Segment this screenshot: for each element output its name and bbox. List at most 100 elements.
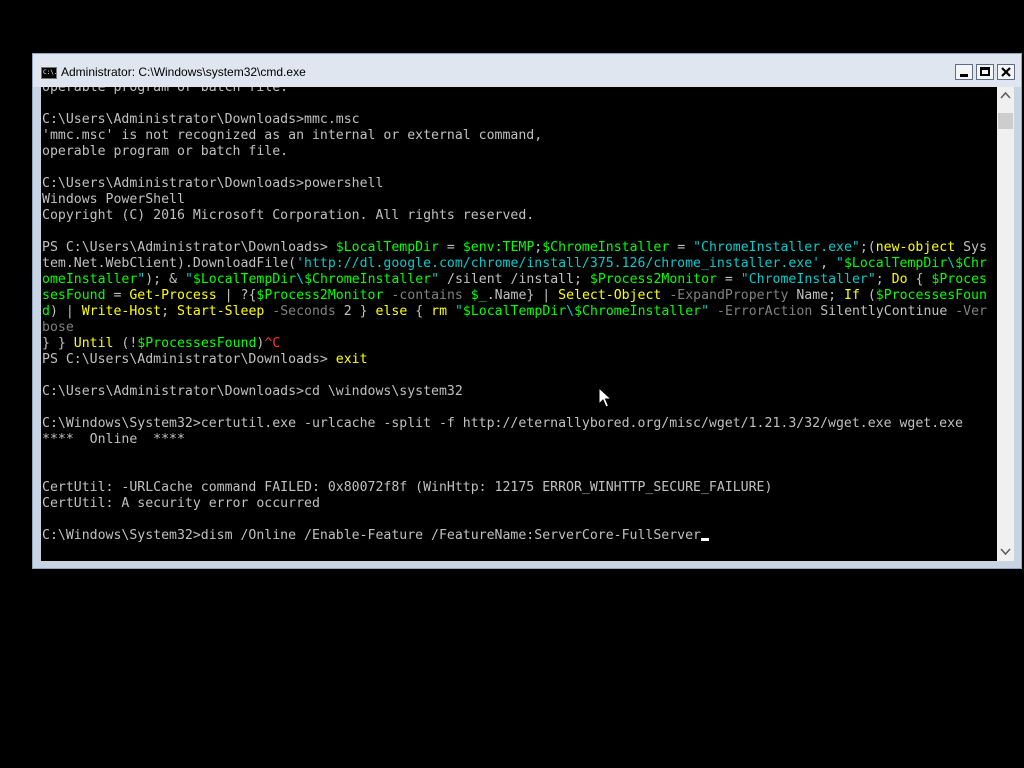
console-text: $ChromeInstaller [304,272,432,287]
console-text: = [716,272,741,287]
console-text: "ChromeInstaller.exe" [693,240,860,255]
console-text: ) | [49,304,82,319]
console-text: " [701,304,710,319]
console-text: 'http://dl.google.com/chrome/install/375… [296,256,821,271]
console-text: \ [296,272,305,287]
console-text: else [375,304,408,319]
console-text: $env:TEMP [462,240,535,255]
console-text: **** Online **** [42,432,185,447]
console-text: 2 } [335,304,376,319]
console-text: -Ver [955,304,987,319]
console-text: Windows PowerShell [42,192,185,207]
console-text: PS C:\Users\Administrator\Downloads> [42,240,336,255]
maximize-button[interactable] [976,64,994,80]
console-text: $LocalTempDir [335,240,439,255]
console-text: 'mmc.msc' is not recognized as an intern… [42,128,543,143]
console-text: $ProcessesFoun [875,288,987,303]
console-text: = [669,240,694,255]
console-line: operable program or batch file. [42,144,987,160]
chevron-up-icon [1000,91,1011,99]
console-text: ; [161,304,178,319]
console-line: tem.Net.WebClient).DownloadFile('http://… [42,256,987,272]
console-text: Select-Object [558,288,662,303]
console-text: Start-Sleep [177,304,265,319]
console-text: " [431,272,440,287]
console-text: " [454,304,463,319]
console-line: } } Until (!$ProcessesFound)^C [42,336,987,352]
console-text: PS C:\Users\Administrator\Downloads> [42,352,336,367]
cmd-icon[interactable]: C:\. [41,67,57,79]
console-text: Name; [788,288,844,303]
scroll-thumb[interactable] [998,113,1013,129]
console-text: $Chr [955,256,987,271]
console-text: { [407,304,432,319]
desktop: C:\. Administrator: C:\Windows\system32\… [0,0,1024,768]
console-text: -ErrorAction [709,304,813,319]
console-text: /silent /install; [439,272,590,287]
console-text: \ [566,304,575,319]
console-text: bose [42,320,74,335]
console-text: CertUtil: -URLCache command FAILED: 0x80… [42,480,773,495]
console-text: C:\Users\Administrator\Downloads>mmc.msc [42,112,360,127]
console-line: C:\Users\Administrator\Downloads>powersh… [42,176,987,192]
console-text: $Proces [931,272,987,287]
console-text: " [184,272,193,287]
console-text: -contains [383,288,471,303]
console-text: new-object [875,240,956,255]
console-text: ( [859,288,876,303]
console-text: \ [947,256,956,271]
console-text: $ChromeInstaller [574,304,702,319]
console-text: Copyright (C) 2016 Microsoft Corporation… [42,208,535,223]
scroll-down-button[interactable] [997,544,1014,561]
console-text: If [844,288,860,303]
console-text: $LocalTempDir [843,256,948,271]
console-line: **** Online **** [42,432,987,448]
console-text: Get-Process [129,288,217,303]
console-text: $ChromeInstaller [542,240,670,255]
console-line: C:\Users\Administrator\Downloads>mmc.msc [42,112,987,128]
console-text: omeInstaller [42,272,138,287]
vertical-scrollbar[interactable] [997,87,1014,561]
console-line: d) | Write-Host; Start-Sleep -Seconds 2 … [42,304,987,320]
console-text: $LocalTempDir [192,272,297,287]
console-text: , [820,256,836,271]
console-text: tem.Net.WebClient). [42,256,193,271]
console-line: PS C:\Users\Administrator\Downloads> exi… [42,352,987,368]
mouse-pointer-icon [598,387,612,408]
console-text: Do [891,272,908,287]
console-line: operable program or batch file. [42,87,987,96]
cmd-window: C:\. Administrator: C:\Windows\system32\… [32,53,1022,569]
console-text: C:\Users\Administrator\Downloads>cd \win… [42,384,463,399]
console-text: ; [875,272,892,287]
console-text: operable program or batch file. [42,144,289,159]
console-text: -Seconds [264,304,336,319]
console-line: Windows PowerShell [42,192,987,208]
console-text: $_ [470,288,487,303]
console-text: ); & [145,272,185,287]
console-line: C:\Users\Administrator\Downloads>cd \win… [42,384,987,400]
console-text: = [105,288,130,303]
console-line: C:\Windows\System32>certutil.exe -urlcac… [42,416,987,432]
title-bar[interactable]: C:\. Administrator: C:\Windows\system32\… [33,54,1021,87]
text-cursor [700,538,709,541]
console-text: DownloadFile( [192,256,297,271]
console-line: CertUtil: A security error occurred [42,496,987,512]
console-text: rm [431,304,448,319]
console-output[interactable]: operable program or batch file. C:\Users\… [41,87,997,561]
minimize-button[interactable] [955,64,973,80]
console-line: C:\Windows\System32>dism /Online /Enable… [42,528,987,544]
scroll-up-button[interactable] [997,87,1014,104]
console-text: SilentlyContinue [812,304,956,319]
console-text: } } [42,336,74,351]
console-text: "ChromeInstaller" [740,272,876,287]
console-text: .Name} | [486,288,559,303]
close-button[interactable] [997,64,1015,80]
console-text: = [438,240,463,255]
console-line: Copyright (C) 2016 Microsoft Corporation… [42,208,987,224]
console-text: | ?{ [216,288,257,303]
